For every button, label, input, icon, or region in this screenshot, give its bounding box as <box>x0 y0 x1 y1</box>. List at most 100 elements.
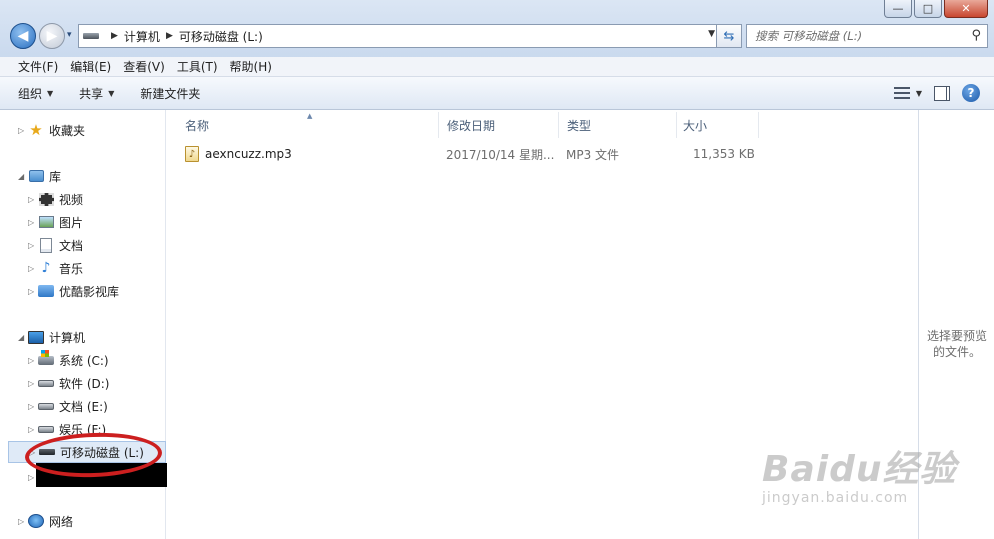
organize-button[interactable]: 组织 ▼ <box>18 85 53 102</box>
sidebar-item-music[interactable]: ▷ ♪ 音乐 <box>28 258 83 278</box>
column-label: 名称 <box>185 118 210 133</box>
column-header-name[interactable]: 名称 ▲ <box>167 112 439 138</box>
menu-tools[interactable]: 工具(T) <box>171 58 224 75</box>
chevron-right-icon[interactable]: ▶ <box>111 31 118 41</box>
forward-button[interactable]: ▶ <box>39 23 65 49</box>
sidebar-item-youku[interactable]: ▷ 优酷影视库 <box>28 281 119 301</box>
star-icon: ★ <box>29 121 43 139</box>
folder-icon <box>38 283 54 299</box>
sidebar-item-documents[interactable]: ▷ 文档 <box>28 235 83 255</box>
expand-icon[interactable]: ▷ <box>28 241 38 250</box>
collapse-icon[interactable]: ◢ <box>18 333 28 342</box>
library-icon <box>28 168 44 184</box>
menu-view[interactable]: 查看(V) <box>117 58 171 75</box>
sidebar-item-label: 音乐 <box>59 261 84 276</box>
new-folder-button[interactable]: 新建文件夹 <box>140 85 200 102</box>
sidebar-item-label: 文档 (E:) <box>59 399 108 414</box>
file-date: 2017/10/14 星期... <box>446 147 555 162</box>
expand-icon[interactable]: ▷ <box>28 379 38 388</box>
watermark-logo: Baidu经验 <box>762 449 957 490</box>
baidu-watermark: Baidu经验 jingyan.baidu.com <box>762 440 962 520</box>
minimize-button[interactable]: — <box>884 0 912 18</box>
sidebar-item-label: 文档 <box>59 238 84 253</box>
help-icon[interactable]: ? <box>962 84 980 102</box>
expand-icon[interactable]: ▷ <box>28 264 38 273</box>
preview-pane-toggle-icon[interactable] <box>934 85 950 101</box>
video-library-icon <box>38 191 54 207</box>
breadcrumb-removable-disk[interactable]: 可移动磁盘 (L:) <box>179 28 263 45</box>
window-chrome: — □ ✕ ◀ ▶ ▾ ▶ 计算机 ▶ 可移动磁盘 (L:) ▼ ⇆ 搜索 可移… <box>0 0 994 58</box>
expand-icon[interactable]: ▷ <box>28 195 38 204</box>
expand-icon[interactable]: ▷ <box>28 402 38 411</box>
refresh-icon: ⇆ <box>723 28 735 44</box>
toolbar-right: ▼ ? <box>893 84 980 102</box>
navigation-bar: ◀ ▶ ▾ ▶ 计算机 ▶ 可移动磁盘 (L:) ▼ ⇆ 搜索 可移动磁盘 (L… <box>8 22 988 50</box>
file-type: MP3 文件 <box>566 147 620 162</box>
details-view-icon <box>893 87 910 99</box>
chevron-down-icon: ▼ <box>915 88 922 98</box>
breadcrumb-computer[interactable]: 计算机 <box>124 28 160 45</box>
expand-icon[interactable]: ▷ <box>28 356 38 365</box>
sidebar-item-favorites[interactable]: ▷ ★ 收藏夹 <box>18 120 85 140</box>
sidebar-item-libraries[interactable]: ◢ 库 <box>18 166 61 186</box>
sort-ascending-icon: ▲ <box>307 112 313 120</box>
mp3-file-icon: ♪ <box>185 146 199 162</box>
sidebar-item-drive-c[interactable]: ▷ 系统 (C:) <box>28 349 109 370</box>
usb-drive-icon <box>83 33 99 39</box>
close-button[interactable]: ✕ <box>944 0 988 18</box>
sidebar-item-network[interactable]: ▷ 网络 <box>18 511 73 531</box>
expand-icon[interactable]: ▷ <box>18 126 28 135</box>
search-placeholder: 搜索 可移动磁盘 (L:) <box>755 29 863 43</box>
sidebar-item-label: 网络 <box>49 514 74 529</box>
search-icon[interactable]: ⚲ <box>971 28 981 43</box>
hard-drive-icon <box>38 375 54 391</box>
share-label: 共享 <box>79 86 104 101</box>
menu-help[interactable]: 帮助(H) <box>224 58 278 75</box>
back-button[interactable]: ◀ <box>10 23 36 49</box>
column-header-date[interactable]: 修改日期 <box>439 112 559 138</box>
address-history-dropdown[interactable]: ▼ <box>708 29 715 39</box>
column-header-type[interactable]: 类型 <box>559 112 677 138</box>
expand-icon[interactable]: ▷ <box>28 287 38 296</box>
chevron-down-icon: ▼ <box>108 88 115 98</box>
sidebar-item-computer[interactable]: ◢ 计算机 <box>18 327 85 347</box>
sidebar-item-drive-e[interactable]: ▷ 文档 (E:) <box>28 396 108 416</box>
sidebar-item-label: 软件 (D:) <box>59 376 110 391</box>
computer-icon <box>28 329 44 345</box>
sidebar-item-drive-d[interactable]: ▷ 软件 (D:) <box>28 373 109 393</box>
expand-icon[interactable]: ▷ <box>28 425 38 434</box>
window-controls: — □ ✕ <box>884 0 988 18</box>
network-icon <box>28 513 44 529</box>
menu-file[interactable]: 文件(F) <box>12 58 64 75</box>
view-options-button[interactable]: ▼ <box>893 87 922 99</box>
collapse-icon[interactable]: ◢ <box>18 172 28 181</box>
expand-icon[interactable]: ▷ <box>28 218 38 227</box>
watermark-url: jingyan.baidu.com <box>762 490 909 506</box>
windows-drive-icon <box>38 349 54 368</box>
organize-label: 组织 <box>18 86 43 101</box>
menu-bar: 文件(F) 编辑(E) 查看(V) 工具(T) 帮助(H) <box>0 57 994 77</box>
sidebar-item-label: 库 <box>49 169 62 184</box>
preview-message: 选择要预览的文件。 <box>926 329 987 359</box>
chevron-down-icon: ▼ <box>47 88 54 98</box>
sidebar-item-label: 收藏夹 <box>49 123 86 138</box>
recent-pages-dropdown[interactable]: ▾ <box>67 30 72 40</box>
pictures-library-icon <box>38 214 54 230</box>
sidebar-item-pictures[interactable]: ▷ 图片 <box>28 212 83 232</box>
share-button[interactable]: 共享 ▼ <box>79 85 114 102</box>
address-bar[interactable]: ▶ 计算机 ▶ 可移动磁盘 (L:) ▼ <box>78 24 720 48</box>
sidebar-item-label: 优酷影视库 <box>59 284 120 299</box>
sidebar-item-label: 计算机 <box>49 330 86 345</box>
sidebar-item-videos[interactable]: ▷ 视频 <box>28 189 83 209</box>
file-size: 11,353 KB <box>693 147 755 161</box>
refresh-button[interactable]: ⇆ <box>716 24 742 48</box>
hard-drive-icon <box>38 398 54 414</box>
menu-edit[interactable]: 编辑(E) <box>64 58 117 75</box>
file-row[interactable]: ♪ aexncuzz.mp3 <box>185 143 292 165</box>
maximize-button[interactable]: □ <box>914 0 942 18</box>
column-header-size[interactable]: 大小 <box>677 112 759 138</box>
expand-icon[interactable]: ▷ <box>18 517 28 526</box>
chevron-right-icon[interactable]: ▶ <box>166 31 173 41</box>
search-input[interactable]: 搜索 可移动磁盘 (L:) ⚲ <box>746 24 988 48</box>
music-note-icon: ♪ <box>41 260 51 276</box>
